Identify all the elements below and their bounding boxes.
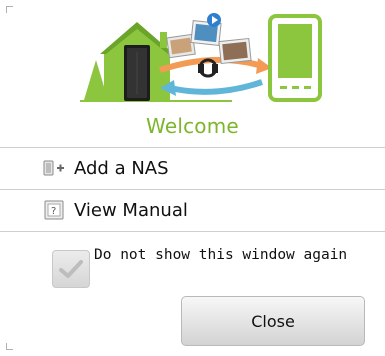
svg-text:?: ? bbox=[51, 206, 56, 217]
welcome-title: Welcome bbox=[146, 114, 239, 138]
add-nas-menu-item[interactable]: Add a NAS bbox=[0, 149, 385, 187]
dont-show-checkbox[interactable] bbox=[52, 250, 90, 288]
mobile-phone-icon bbox=[268, 14, 322, 102]
add-nas-label: Add a NAS bbox=[74, 157, 169, 179]
add-nas-icon bbox=[43, 157, 65, 179]
dont-show-label: Do not show this window again bbox=[94, 247, 348, 263]
close-button[interactable]: Close bbox=[181, 296, 365, 346]
manual-icon: ? bbox=[43, 199, 65, 221]
checkmark-icon bbox=[59, 260, 83, 278]
view-manual-label: View Manual bbox=[74, 199, 188, 221]
divider-bottom bbox=[0, 231, 385, 232]
dont-show-option: Do not show this window again bbox=[52, 246, 364, 288]
nas-tower-icon bbox=[124, 45, 150, 101]
welcome-illustration bbox=[80, 13, 322, 102]
view-manual-menu-item[interactable]: ? View Manual bbox=[0, 191, 385, 229]
divider-middle bbox=[0, 189, 385, 190]
corner-mark-bottom-left bbox=[6, 343, 13, 350]
divider-top bbox=[0, 147, 385, 148]
